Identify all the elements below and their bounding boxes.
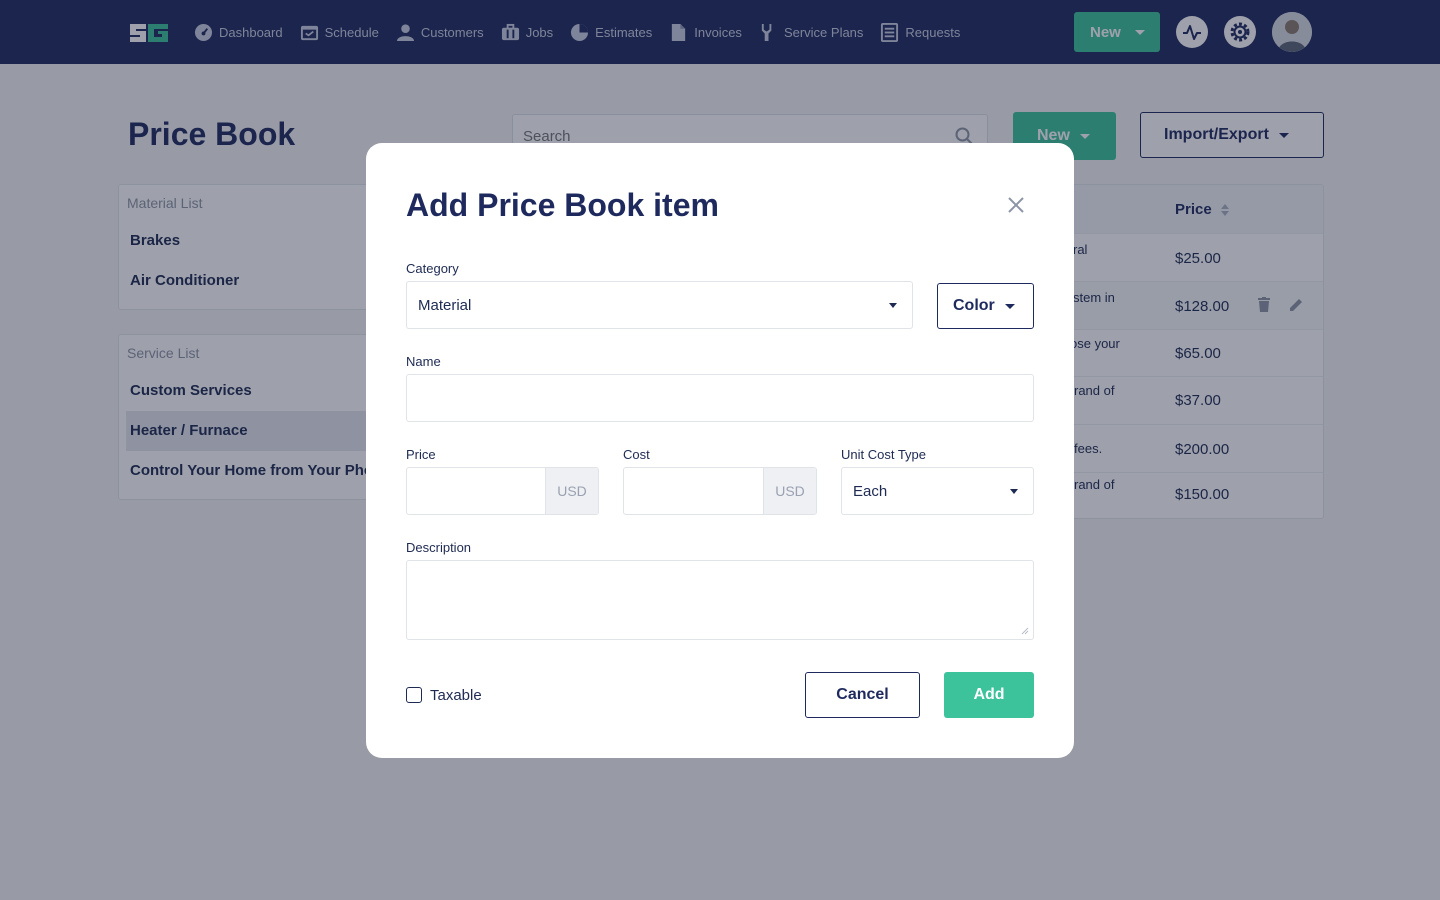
price-label: Price bbox=[406, 447, 436, 462]
cancel-button[interactable]: Cancel bbox=[805, 672, 920, 718]
unit-cost-type-label: Unit Cost Type bbox=[841, 447, 927, 462]
add-button[interactable]: Add bbox=[944, 672, 1034, 718]
description-textarea[interactable] bbox=[407, 561, 1033, 639]
name-field bbox=[406, 374, 1034, 422]
taxable-label[interactable]: Taxable bbox=[430, 687, 482, 704]
chevron-down-icon bbox=[1004, 303, 1015, 309]
category-label: Category bbox=[406, 261, 459, 276]
price-input[interactable] bbox=[407, 468, 547, 514]
modal-title: Add Price Book item bbox=[406, 187, 719, 223]
unit-cost-type-select[interactable]: Each bbox=[841, 467, 1034, 515]
unit-cost-type-selected-value: Each bbox=[853, 483, 888, 500]
taxable-checkbox[interactable] bbox=[406, 687, 422, 703]
chevron-down-icon bbox=[889, 303, 897, 308]
name-label: Name bbox=[406, 354, 441, 369]
category-select[interactable]: Material bbox=[406, 281, 913, 329]
chevron-down-icon bbox=[1010, 489, 1018, 494]
add-price-book-item-modal: Add Price Book item Category Material Co… bbox=[366, 143, 1074, 758]
category-selected-value: Material bbox=[418, 297, 472, 314]
color-button-label: Color bbox=[953, 297, 995, 314]
cost-field: USD bbox=[623, 467, 817, 515]
cost-label: Cost bbox=[623, 447, 650, 462]
price-field: USD bbox=[406, 467, 599, 515]
resize-handle-icon[interactable] bbox=[1021, 627, 1029, 635]
description-label: Description bbox=[406, 540, 472, 555]
color-picker-button[interactable]: Color bbox=[937, 283, 1034, 329]
description-field bbox=[406, 560, 1034, 640]
price-currency-addon: USD bbox=[545, 468, 598, 514]
cost-currency-addon: USD bbox=[763, 468, 816, 514]
name-input[interactable] bbox=[407, 375, 1033, 421]
cost-input[interactable] bbox=[624, 468, 764, 514]
close-icon[interactable] bbox=[1006, 195, 1026, 215]
